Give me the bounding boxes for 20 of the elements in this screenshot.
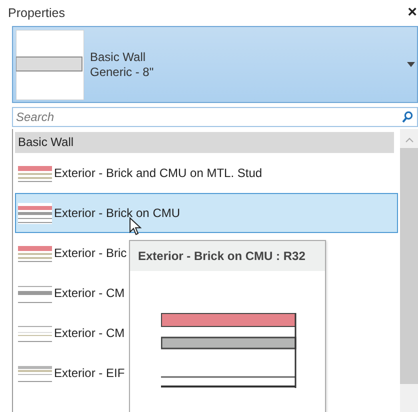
- scroll-up-icon[interactable]: [404, 137, 414, 143]
- tooltip-title: Exterior - Brick on CMU : R32: [130, 241, 325, 271]
- wall-swatch-icon: [18, 202, 52, 224]
- type-name: Generic - 8": [90, 64, 155, 80]
- wall-type-item[interactable]: Exterior - EIF: [15, 353, 398, 393]
- family-name: Basic Wall: [90, 50, 147, 64]
- search-field[interactable]: Search: [12, 107, 418, 127]
- wall-type-item[interactable]: Exterior - CM: [15, 313, 398, 353]
- caret-icon: [407, 62, 415, 67]
- pointer-cursor-icon: [129, 217, 142, 236]
- wall-type-item[interactable]: Exterior - Brick and CMU on MTL. Stud: [15, 153, 398, 193]
- panel-title: Properties: [8, 6, 65, 20]
- search-icon: [402, 111, 413, 123]
- wall-type-item[interactable]: Exterior - CM: [15, 273, 398, 313]
- group-header: Basic Wall: [15, 132, 394, 153]
- close-button[interactable]: ×: [408, 5, 418, 21]
- type-selector[interactable]: Basic Wall Generic - 8": [12, 26, 418, 103]
- wall-preview-icon: [16, 30, 84, 100]
- scrollbar-thumb[interactable]: [400, 148, 418, 384]
- wall-type-item[interactable]: Exterior - Brick on CMU: [15, 193, 398, 233]
